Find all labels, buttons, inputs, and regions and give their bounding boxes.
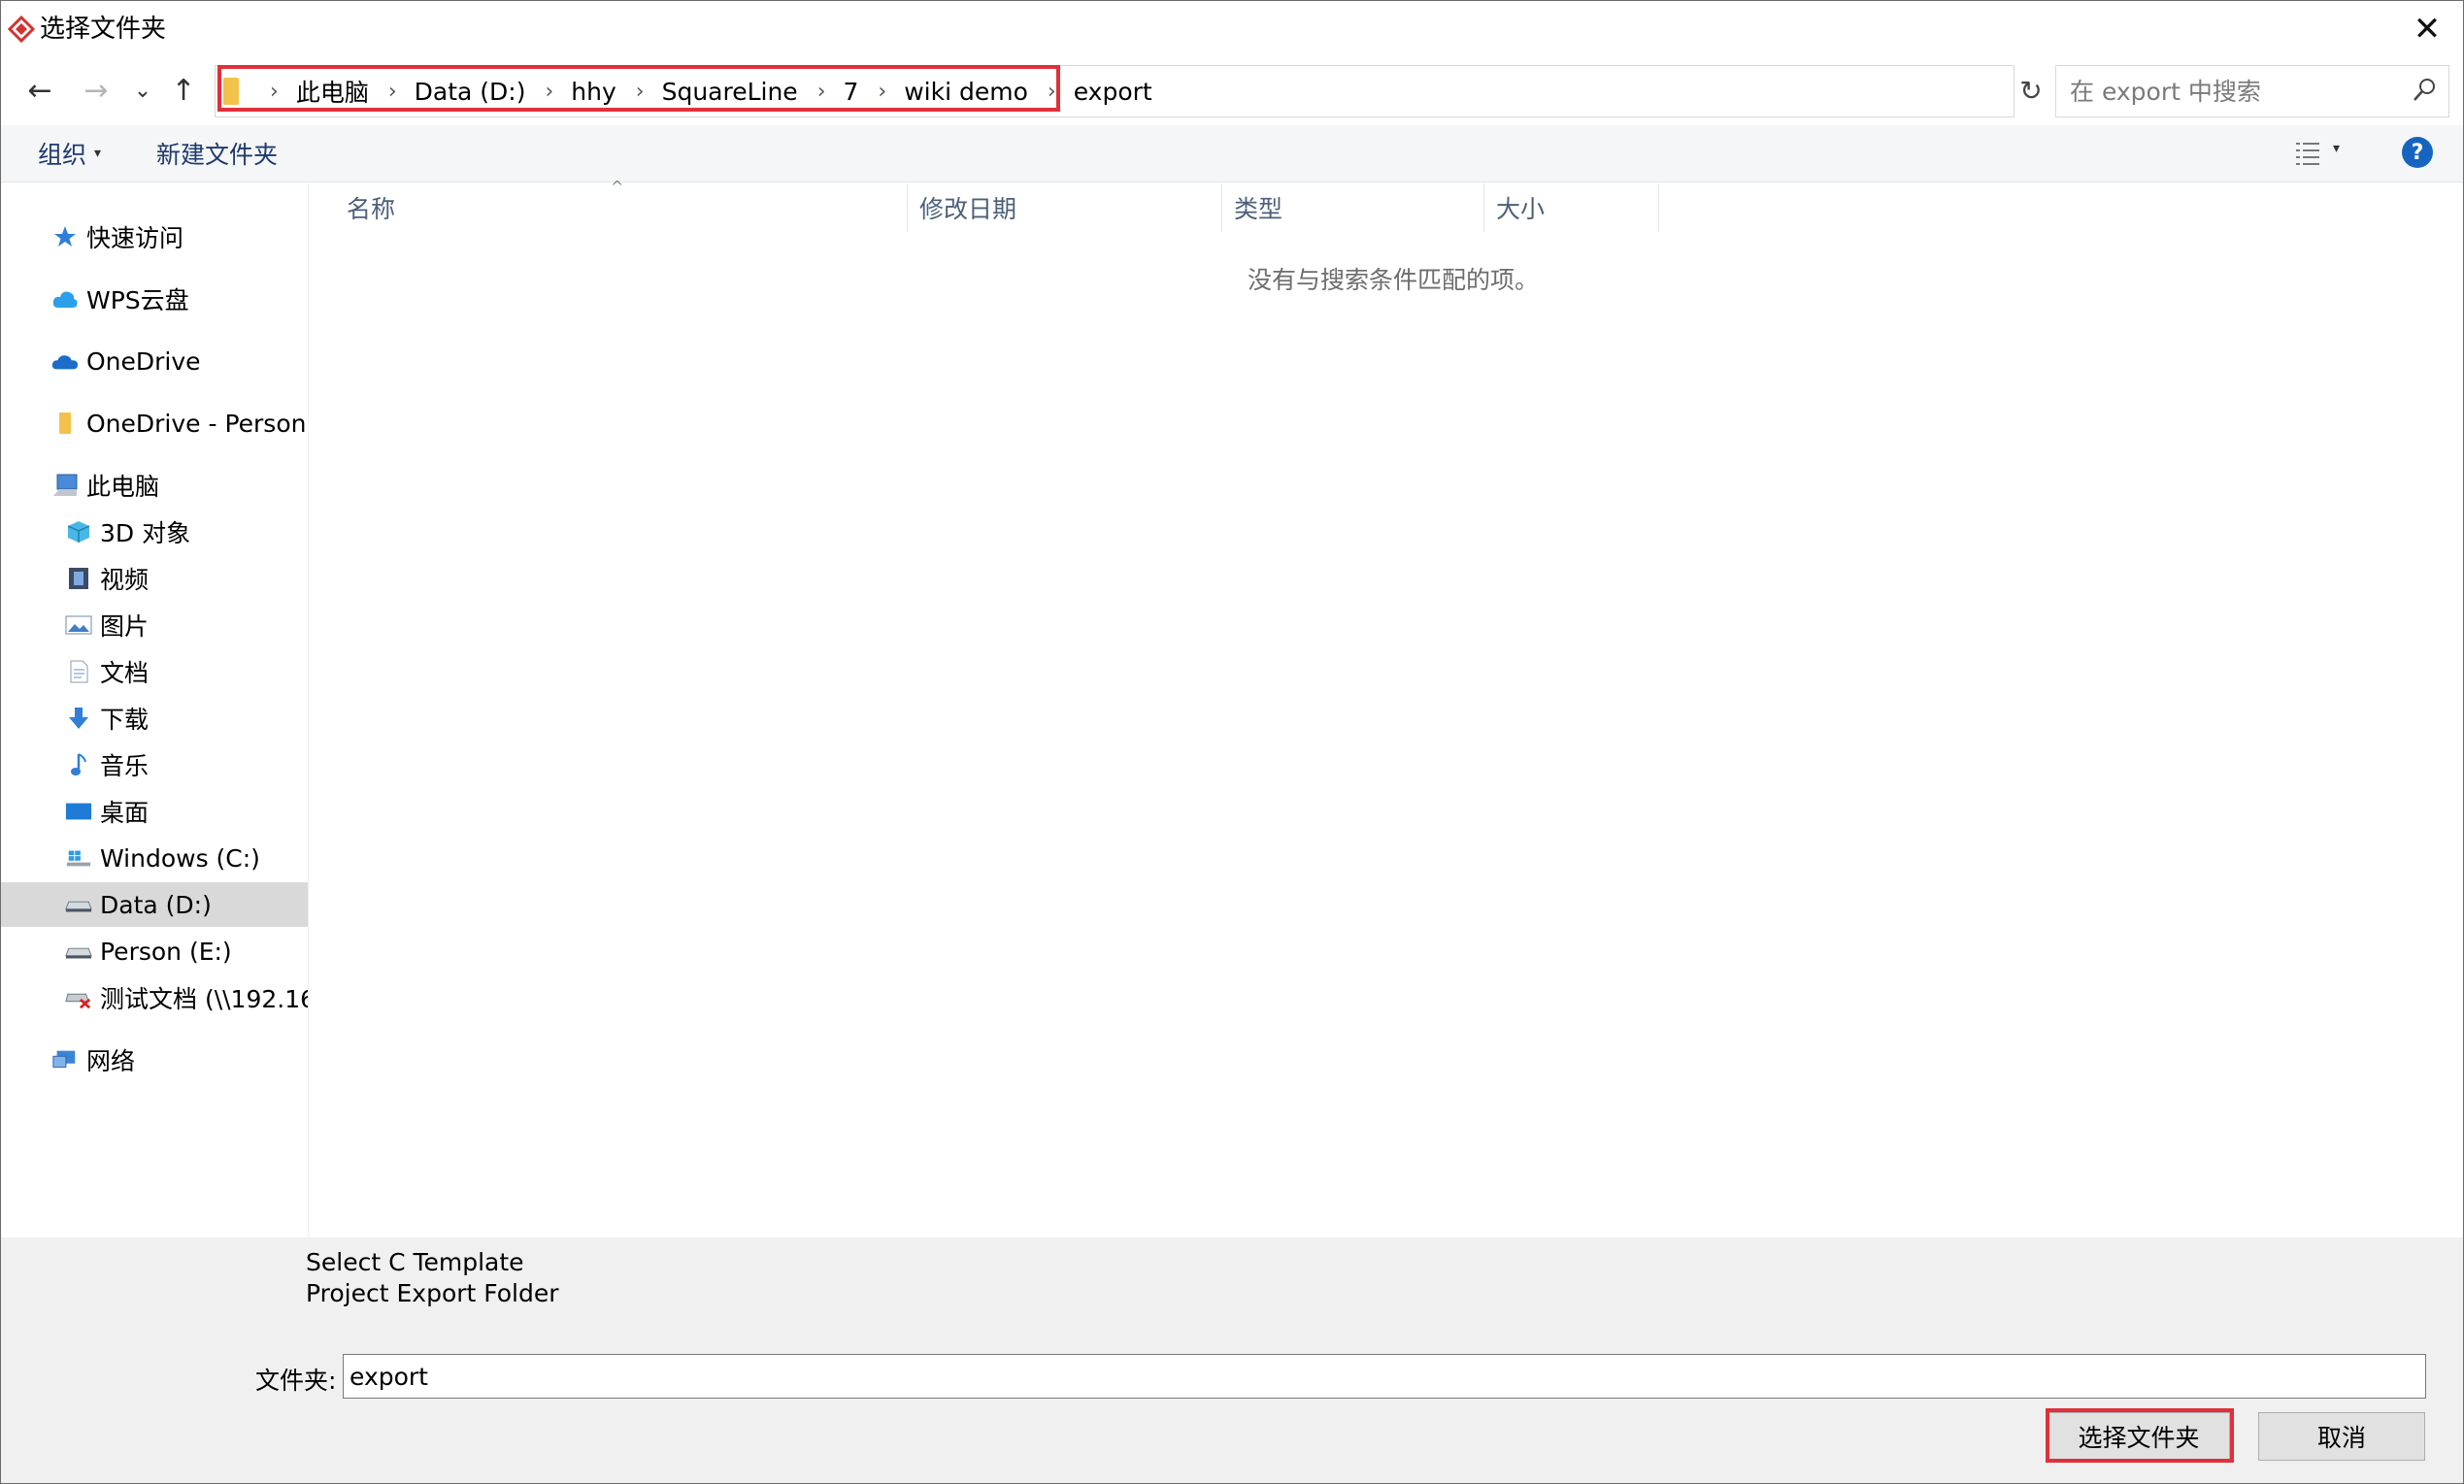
video-icon [65, 565, 92, 592]
sidebar-item-network[interactable]: 网络 [1, 1038, 308, 1082]
empty-message: 没有与搜索条件匹配的项。 [1248, 266, 1540, 294]
computer-icon [51, 472, 79, 499]
sidebar-item-3d-objects[interactable]: 3D 对象 [1, 510, 308, 554]
sidebar-item-person-e[interactable]: Person (E:) [1, 929, 308, 973]
sidebar-item-label: 图片 [100, 612, 150, 641]
title-bar: 选择文件夹 ✕ [1, 1, 2463, 57]
sidebar-item-wps-cloud[interactable]: WPS云盘 [1, 277, 308, 321]
sidebar-item-label: 文档 [100, 659, 150, 687]
refresh-button[interactable]: ↻ [2013, 71, 2049, 110]
column-header-modified[interactable]: 修改日期 [908, 183, 1222, 232]
up-button[interactable]: ↑ [162, 69, 205, 112]
sidebar-item-label: OneDrive [86, 346, 201, 376]
music-icon [65, 751, 92, 778]
sidebar-item-this-pc[interactable]: 此电脑 [1, 463, 308, 508]
onedrive-icon [51, 347, 79, 375]
sidebar-item-label: Data (D:) [100, 890, 212, 919]
close-button[interactable]: ✕ [2391, 1, 2463, 57]
file-list: 名称 ^ 修改日期 类型 大小 没有与搜索条件匹配的项。 [310, 178, 2463, 1237]
sidebar-item-onedrive[interactable]: OneDrive [1, 339, 308, 383]
view-caret-down-icon[interactable]: ▾ [2333, 141, 2340, 156]
picture-icon [65, 611, 92, 639]
sidebar-item-label: 快速访问 [86, 224, 184, 252]
window-title: 选择文件夹 [40, 15, 167, 44]
description-line-2: Project Export Folder [306, 1279, 559, 1307]
sidebar-item-desktop[interactable]: 桌面 [1, 789, 308, 834]
column-size-label: 大小 [1496, 195, 1546, 223]
sidebar-item-network-drive[interactable]: 测试文档 (\\192.168 [1, 975, 309, 1020]
sidebar-item-documents[interactable]: 文档 [1, 649, 308, 694]
sidebar-item-label: 音乐 [100, 752, 150, 780]
drive-icon [65, 891, 92, 918]
sort-ascending-icon: ^ [611, 178, 624, 196]
sidebar-item-label: 网络 [86, 1047, 136, 1075]
column-header-size[interactable]: 大小 [1484, 183, 1659, 232]
sidebar-item-label: 下载 [100, 706, 150, 734]
sidebar-item-quick-access[interactable]: 快速访问 [1, 214, 308, 259]
column-header-name[interactable]: 名称 ^ [310, 178, 908, 232]
organize-menu[interactable]: 组织 ▾ [38, 125, 101, 181]
caret-down-icon: ▾ [94, 146, 102, 161]
navigation-pane: 快速访问 WPS云盘 OneDrive OneDrive - Persona 此… [1, 183, 309, 1237]
sidebar-item-label: WPS云盘 [86, 286, 189, 314]
sidebar-item-music[interactable]: 音乐 [1, 742, 308, 787]
sidebar-item-onedrive-personal[interactable]: OneDrive - Persona [1, 401, 309, 445]
download-icon [65, 705, 92, 732]
folder-label: 文件夹: [255, 1367, 337, 1395]
folder-icon [51, 410, 79, 437]
sidebar-item-label: Windows (C:) [100, 843, 260, 873]
organize-label: 组织 [38, 141, 87, 169]
folder-name-field[interactable] [343, 1354, 2426, 1399]
view-options-icon[interactable] [2294, 139, 2321, 168]
column-header-type[interactable]: 类型 [1222, 183, 1484, 232]
sidebar-item-label: OneDrive - Persona [86, 409, 309, 438]
sidebar-item-downloads[interactable]: 下载 [1, 696, 308, 741]
address-highlight-box [217, 65, 1060, 112]
sidebar-item-data-d[interactable]: Data (D:) [1, 882, 308, 927]
new-folder-button[interactable]: 新建文件夹 [156, 125, 278, 181]
drive-icon [65, 938, 92, 965]
search-icon[interactable] [2410, 76, 2439, 105]
column-modified-label: 修改日期 [919, 195, 1017, 223]
cube-icon [65, 518, 92, 545]
windows-drive-icon [65, 844, 92, 872]
breadcrumb-export[interactable]: export [1074, 78, 1152, 106]
cloud-icon [51, 285, 79, 313]
description-line-1: Select C Template [306, 1248, 524, 1276]
search-input[interactable] [2068, 66, 2402, 116]
select-button-highlight-box [2046, 1408, 2234, 1463]
folder-picker-dialog: 选择文件夹 ✕ ← → ⌄ ↑ › 此电脑 › Data (D:) › hhy … [0, 0, 2464, 1484]
sidebar-item-videos[interactable]: 视频 [1, 556, 308, 601]
dialog-description: Select C Template Project Export Folder [306, 1247, 559, 1309]
app-logo-icon [7, 15, 36, 44]
command-toolbar: 组织 ▾ 新建文件夹 ▾ ? [1, 125, 2463, 182]
cancel-button[interactable]: 取消 [2258, 1412, 2425, 1461]
sidebar-item-label: 此电脑 [86, 473, 160, 501]
network-icon [51, 1046, 79, 1073]
forward-button[interactable]: → [75, 69, 117, 112]
document-icon [65, 658, 92, 685]
sidebar-item-label: Person (E:) [100, 937, 232, 966]
recent-locations-button[interactable]: ⌄ [121, 69, 164, 112]
help-icon[interactable]: ? [2402, 137, 2433, 168]
sidebar-item-label: 桌面 [100, 799, 150, 827]
sidebar-item-windows-c[interactable]: Windows (C:) [1, 836, 308, 880]
sidebar-item-label: 测试文档 (\\192.168 [100, 985, 309, 1013]
network-drive-disconnected-icon [65, 984, 92, 1011]
star-icon [51, 223, 79, 250]
sidebar-item-label: 视频 [100, 566, 150, 594]
column-name-label: 名称 [347, 195, 396, 223]
back-button[interactable]: ← [18, 69, 61, 112]
sidebar-item-label: 3D 对象 [100, 519, 191, 547]
desktop-icon [65, 798, 92, 825]
sidebar-item-pictures[interactable]: 图片 [1, 603, 308, 647]
search-box[interactable] [2055, 65, 2449, 117]
column-type-label: 类型 [1234, 195, 1283, 223]
